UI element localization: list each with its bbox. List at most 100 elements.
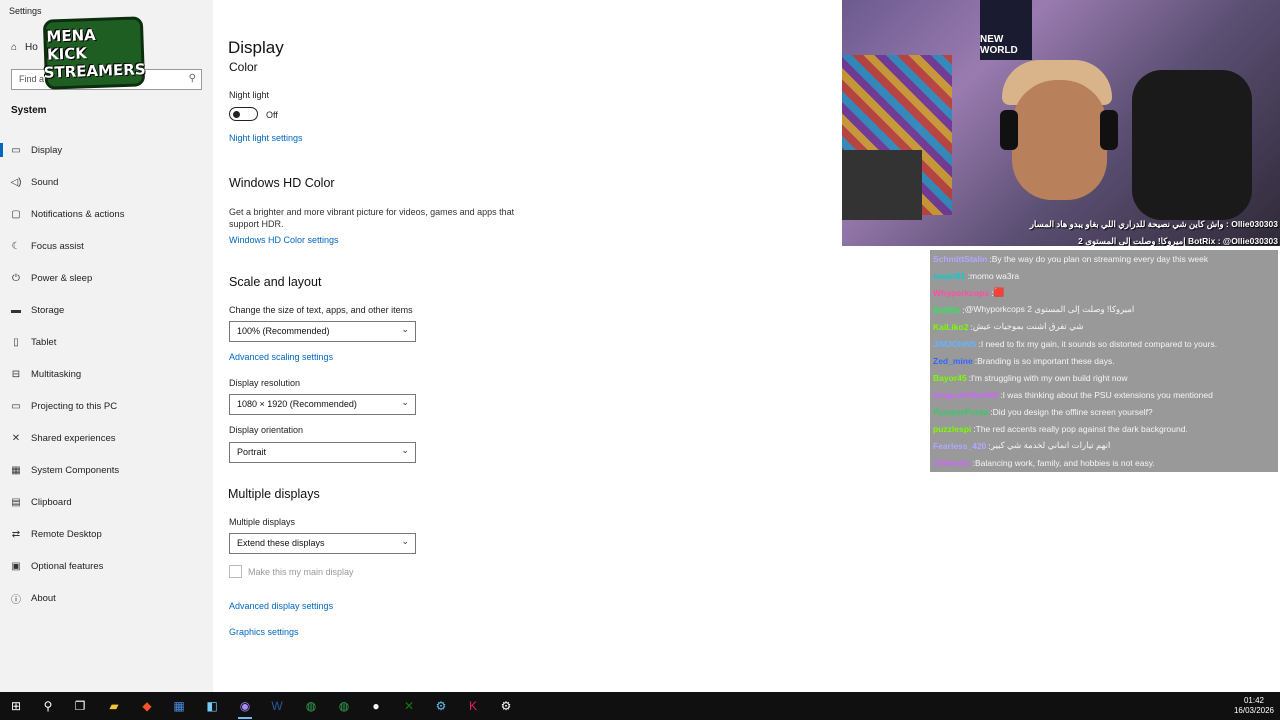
- sidebar-item-system-components[interactable]: ▦ System Components: [0, 454, 213, 486]
- components-icon: ▦: [11, 464, 21, 476]
- chrome-icon[interactable]: ◍: [302, 697, 320, 715]
- chat-text: شي تفرق اشنت بموجيات عيش: [972, 321, 1084, 331]
- word-icon[interactable]: W: [268, 697, 286, 715]
- night-light-toggle[interactable]: [229, 107, 258, 121]
- chat-username[interactable]: souiri91: [933, 271, 966, 281]
- chat-message: Whyporkcops : 🟥: [930, 284, 1278, 301]
- start-icon[interactable]: ⊞: [7, 697, 25, 715]
- sidebar-item-multitasking[interactable]: ⊟ Multitasking: [0, 358, 213, 390]
- sidebar-item-tablet[interactable]: ▯ Tablet: [0, 326, 213, 358]
- chat-text: انهم تيارات انماني لخدمة شي كبير: [990, 440, 1111, 450]
- search-icon[interactable]: ⚲: [189, 73, 196, 84]
- hd-color-settings-link[interactable]: Windows HD Color settings: [229, 235, 339, 245]
- home-nav-item[interactable]: ⌂ Ho: [11, 42, 38, 53]
- sidebar-item-clipboard[interactable]: ▤ Clipboard: [0, 486, 213, 518]
- steam-icon[interactable]: ⚙: [432, 697, 450, 715]
- resolution-value: 1080 × 1920 (Recommended): [237, 399, 357, 409]
- webcam-overlay: NEW WORLD Ollie030303 : واش كاين شي نصيح…: [842, 0, 1280, 246]
- advanced-display-settings-link[interactable]: Advanced display settings: [229, 601, 333, 611]
- clipboard-icon: ▤: [11, 496, 21, 508]
- home-label: Ho: [25, 42, 38, 53]
- sidebar-item-shared-experiences[interactable]: ✕ Shared experiences: [0, 422, 213, 454]
- settings-icon[interactable]: ⚙: [497, 697, 515, 715]
- sidebar-item-power-sleep[interactable]: ⏻ Power & sleep: [0, 262, 213, 294]
- chat-text: I need to fix my gain, it sounds so dist…: [980, 338, 1218, 349]
- file-explorer-icon[interactable]: ▰: [105, 697, 123, 715]
- brave-icon[interactable]: ◆: [138, 697, 156, 715]
- chat-username[interactable]: BotRix: [933, 305, 960, 315]
- page-title: Display: [228, 38, 284, 57]
- notification-icon: ▢: [11, 208, 21, 220]
- chat-text: The red accents really pop against the d…: [975, 423, 1188, 434]
- sidebar-item-label: Tablet: [31, 336, 57, 348]
- night-light-state: Off: [266, 110, 278, 120]
- chevron-down-icon: ⌄: [401, 536, 409, 546]
- orientation-dropdown[interactable]: Portrait ⌄: [229, 442, 416, 463]
- chat-username[interactable]: DragonKiller960: [933, 390, 998, 400]
- search-icon[interactable]: ⚲: [39, 697, 57, 715]
- chat-username[interactable]: JIMJOHNS: [933, 339, 976, 349]
- sidebar-item-label: Display: [31, 144, 63, 156]
- remote-desktop-icon: ⇄: [11, 528, 21, 540]
- sidebar-item-label: Multitasking: [31, 368, 82, 380]
- sidebar-item-label: Storage: [31, 304, 65, 316]
- sidebar-item-sound[interactable]: ◁) Sound: [0, 166, 213, 198]
- chat-text: I'm struggling with my own build right n…: [970, 372, 1128, 383]
- sidebar-item-label: About: [31, 592, 56, 604]
- display-settings-page: Display Color Night light Off Night ligh…: [213, 0, 843, 692]
- headset-left: [1000, 110, 1018, 150]
- resolution-dropdown[interactable]: 1080 × 1920 (Recommended) ⌄: [229, 394, 416, 415]
- sidebar-item-projecting-to-this-pc[interactable]: ▭ Projecting to this PC: [0, 390, 213, 422]
- advanced-scaling-link[interactable]: Advanced scaling settings: [229, 352, 333, 362]
- system-clock[interactable]: 01:42 16/03/2026: [1234, 696, 1274, 716]
- chat-username[interactable]: Bayor45: [933, 373, 967, 383]
- chrome-icon-2[interactable]: ◍: [335, 697, 353, 715]
- focus-icon: ☾: [11, 240, 21, 252]
- sidebar-item-storage[interactable]: ▬ Storage: [0, 294, 213, 326]
- sidebar-item-notifications-actions[interactable]: ▢ Notifications & actions: [0, 198, 213, 230]
- chat-username[interactable]: Whyporkcops: [933, 288, 989, 298]
- obs-icon[interactable]: ◉: [236, 697, 254, 719]
- sidebar-item-display[interactable]: ▭ Display: [0, 134, 213, 166]
- resolution-label: Display resolution: [229, 378, 301, 388]
- sidebar-item-remote-desktop[interactable]: ⇄ Remote Desktop: [0, 518, 213, 550]
- chat-text: Did you design the offline screen yourse…: [992, 406, 1153, 417]
- calendar-icon[interactable]: ▦: [170, 697, 188, 715]
- chat-text: @Whyporkcops 2 اميروكا! وصلت إلى المستوى: [964, 304, 1135, 314]
- chat-message: KaiLiko2 : شي تفرق اشنت بموجيات عيش: [930, 318, 1278, 335]
- chat-text: 🟥: [993, 287, 1005, 297]
- sidebar-item-about[interactable]: ⓘ About: [0, 582, 213, 614]
- night-light-settings-link[interactable]: Night light settings: [229, 133, 303, 143]
- sidebar-item-label: Optional features: [31, 560, 104, 572]
- sidebar-item-label: Remote Desktop: [31, 528, 102, 540]
- logo-line-2: STREAMERS: [43, 60, 146, 82]
- scale-dropdown[interactable]: 100% (Recommended) ⌄: [229, 321, 416, 342]
- chat-username[interactable]: PumperPunta: [933, 407, 988, 417]
- graphics-settings-link[interactable]: Graphics settings: [229, 627, 299, 637]
- chat-username[interactable]: zVikestro: [933, 458, 971, 468]
- chat-username[interactable]: SchmittStalin: [933, 254, 987, 264]
- optional-features-icon: ▣: [11, 560, 21, 572]
- chat-text: momo wa3ra: [969, 270, 1020, 281]
- multiple-displays-heading: Multiple displays: [228, 487, 320, 501]
- kick-icon[interactable]: K: [464, 697, 482, 715]
- main-display-checkbox[interactable]: [229, 565, 242, 578]
- chat-username[interactable]: Fearless_420: [933, 441, 986, 451]
- main-display-label: Make this my main display: [248, 567, 354, 577]
- chat-username[interactable]: puzzlespi: [933, 424, 971, 434]
- multiple-displays-dropdown[interactable]: Extend these displays ⌄: [229, 533, 416, 554]
- chat-username[interactable]: KaiLiko2: [933, 322, 968, 332]
- task-view-icon[interactable]: ❐: [71, 697, 89, 715]
- power-icon: ⏻: [12, 272, 20, 284]
- chat-message: JIMJOHNS : I need to fix my gain, it sou…: [930, 335, 1278, 352]
- sidebar-item-label: Notifications & actions: [31, 208, 125, 220]
- sidebar-item-label: Clipboard: [31, 496, 72, 508]
- chat-username[interactable]: Zed_mine: [933, 356, 973, 366]
- sidebar-item-focus-assist[interactable]: ☾ Focus assist: [0, 230, 213, 262]
- sidebar-item-optional-features[interactable]: ▣ Optional features: [0, 550, 213, 582]
- about-icon: ⓘ: [11, 594, 21, 606]
- github-icon[interactable]: ●: [367, 697, 385, 715]
- xbox-icon[interactable]: ✕: [400, 697, 418, 715]
- chat-message: DragonKiller960 : I was thinking about t…: [930, 386, 1278, 403]
- app-icon[interactable]: ◧: [203, 697, 221, 715]
